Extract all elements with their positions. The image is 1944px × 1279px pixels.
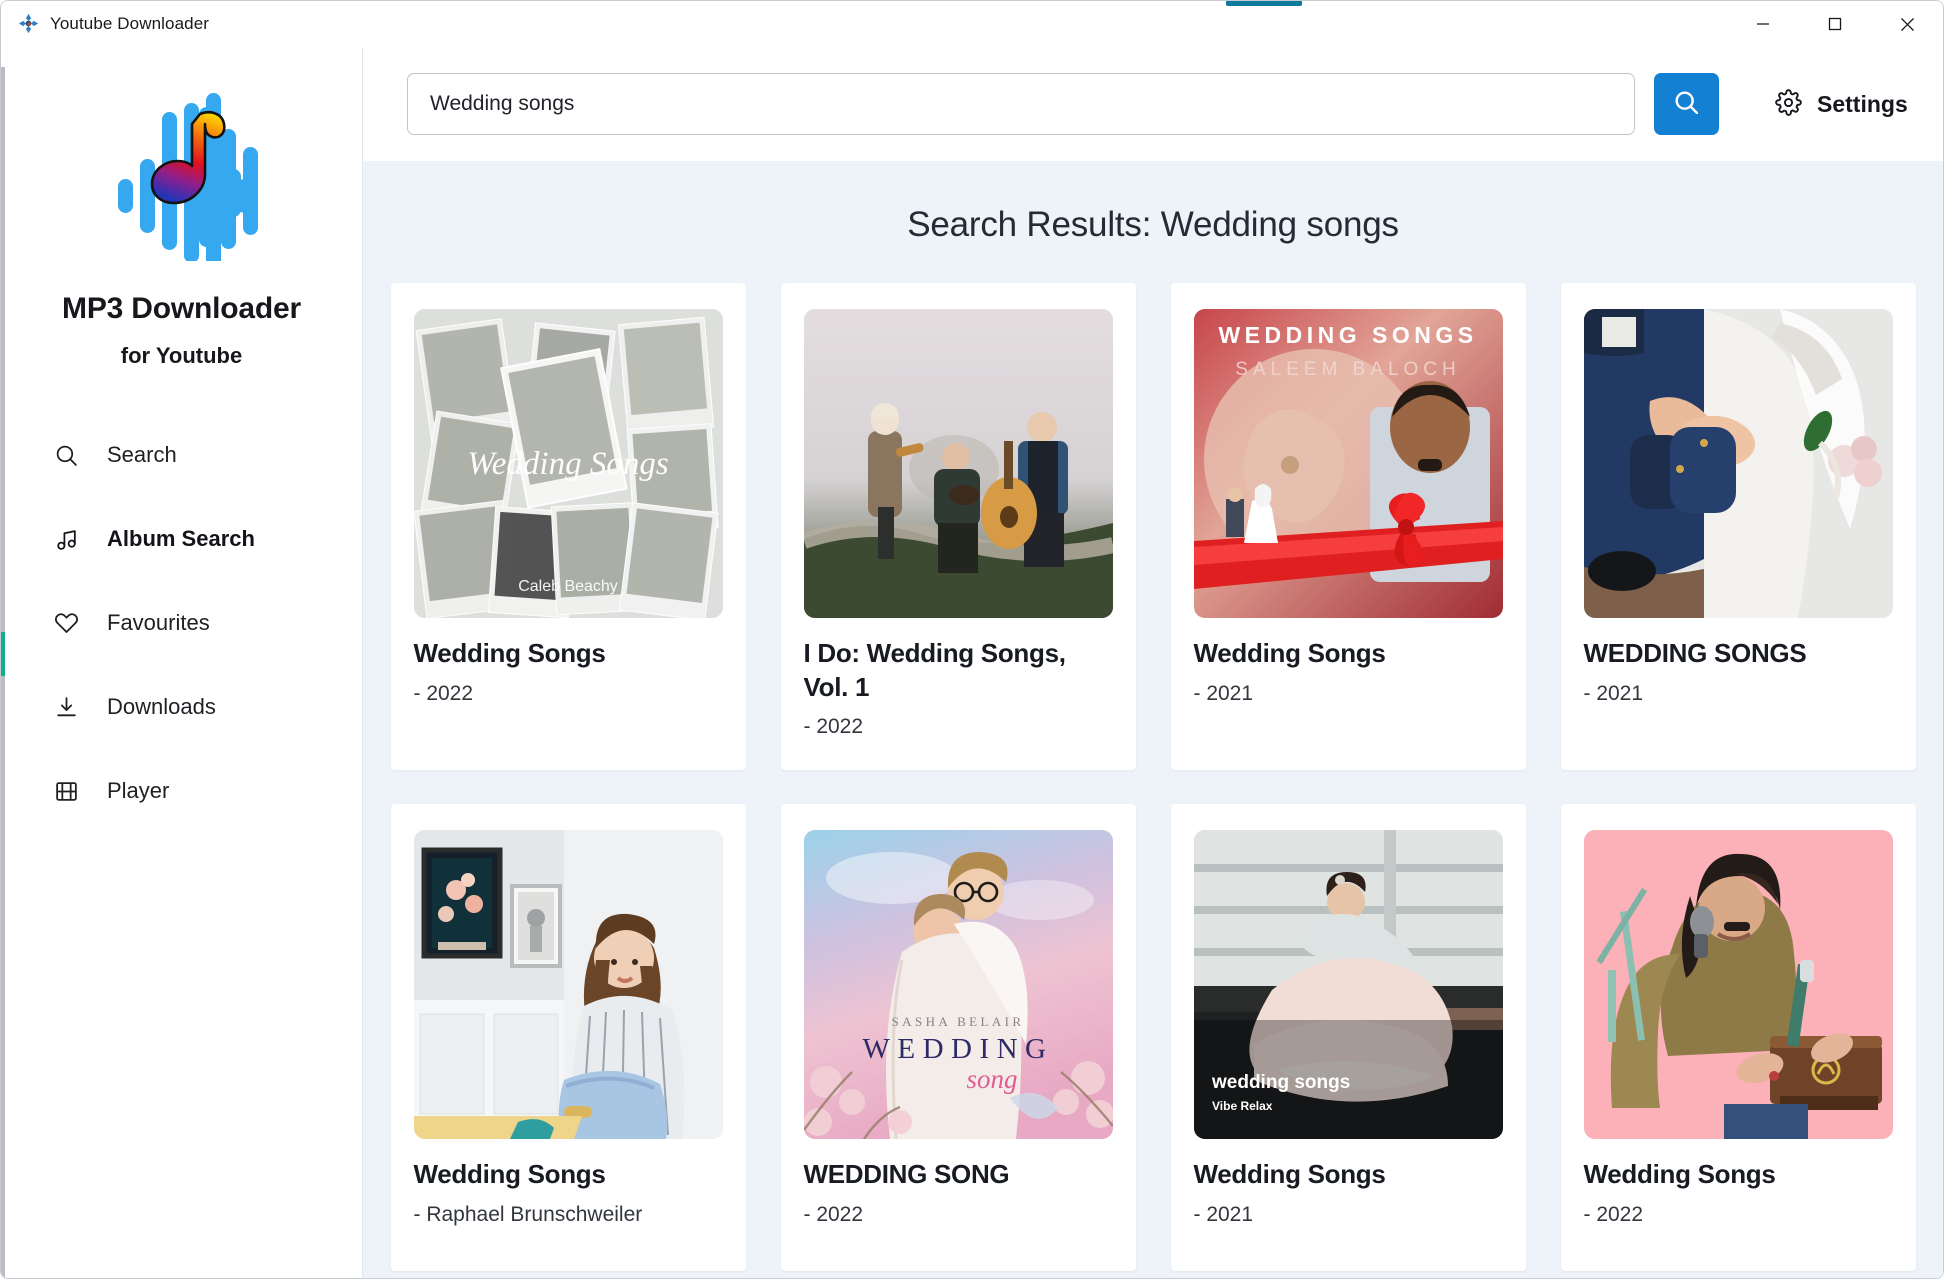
title-bar-left: Youtube Downloader — [1, 13, 209, 34]
album-year: - 2022 — [413, 681, 474, 705]
album-title: I Do: Wedding Songs, Vol. 1 — [803, 638, 1066, 702]
svg-text:WEDDING SONGS: WEDDING SONGS — [1218, 322, 1477, 348]
svg-text:wedding songs: wedding songs — [1211, 1072, 1350, 1093]
album-title: WEDDING SONGS — [1583, 638, 1807, 668]
sidebar-item-favourites[interactable]: Favourites — [1, 581, 362, 665]
album-artwork: wedding songs Vibe Relax — [1193, 830, 1503, 1139]
film-icon — [53, 778, 79, 804]
svg-text:song: song — [966, 1064, 1017, 1094]
sidebar-item-label: Downloads — [107, 694, 216, 719]
sidebar: MP3 Downloader for Youtube Search Album … — [1, 47, 363, 1278]
album-artwork — [1583, 830, 1893, 1139]
album-card[interactable]: WEDDING SONGS SALEEM BALOCH Wedding Song… — [1170, 283, 1526, 770]
titlebar-accent-bar — [1226, 1, 1302, 6]
sidebar-item-downloads[interactable]: Downloads — [1, 665, 362, 749]
brand-logo — [1, 79, 362, 273]
download-icon — [53, 694, 79, 720]
sidebar-nav: Search Album Search Favourites Downloads… — [1, 413, 362, 833]
page-title: Search Results: Wedding songs — [907, 205, 1399, 244]
album-title: Wedding Songs — [413, 638, 606, 668]
album-year: - 2021 — [1193, 681, 1254, 705]
search-icon — [1672, 88, 1701, 120]
settings-button[interactable]: Settings — [1775, 89, 1908, 119]
left-scrollbar-track[interactable] — [1, 67, 5, 1278]
sidebar-item-label: Album Search — [107, 526, 255, 551]
sidebar-item-player[interactable]: Player — [1, 749, 362, 833]
sidebar-item-search[interactable]: Search — [1, 413, 362, 497]
album-title: WEDDING SONG — [803, 1159, 1010, 1189]
app-body: MP3 Downloader for Youtube Search Album … — [1, 47, 1943, 1278]
album-card[interactable]: Wedding Songs - Raphael Brunschweiler — [390, 804, 746, 1271]
settings-label: Settings — [1817, 90, 1908, 117]
album-card[interactable]: wedding songs Vibe Relax Wedding Songs -… — [1170, 804, 1526, 1271]
svg-text:SASHA BELAIR: SASHA BELAIR — [891, 1014, 1024, 1029]
album-card[interactable]: SASHA BELAIR WEDDING song WEDDING SONG -… — [780, 804, 1136, 1271]
brand-subtitle: for Youtube — [120, 343, 243, 368]
album-card[interactable]: Wedding Songs Caleb Beachy Wedding Songs… — [390, 283, 746, 770]
album-title: Wedding Songs — [413, 1159, 606, 1189]
album-artwork: WEDDING SONGS SALEEM BALOCH — [1193, 309, 1503, 618]
album-card[interactable]: Wedding Songs - 2022 — [1560, 804, 1916, 1271]
album-artwork — [413, 830, 723, 1139]
album-artwork: SASHA BELAIR WEDDING song — [803, 830, 1113, 1139]
heart-icon — [53, 610, 79, 636]
album-year: - 2022 — [803, 1202, 864, 1226]
album-card[interactable]: I Do: Wedding Songs, Vol. 1 - 2022 — [780, 283, 1136, 770]
album-card[interactable]: WEDDING SONGS - 2021 — [1560, 283, 1916, 770]
svg-text:SALEEM BALOCH: SALEEM BALOCH — [1235, 359, 1461, 380]
album-year: - Raphael Brunschweiler — [413, 1202, 643, 1226]
sidebar-item-label: Search — [107, 442, 177, 467]
search-icon — [53, 442, 79, 468]
sidebar-item-label: Player — [107, 778, 170, 803]
maximize-button[interactable] — [1799, 1, 1871, 47]
minimize-button[interactable] — [1727, 1, 1799, 47]
brand-title: MP3 Downloader — [62, 292, 301, 325]
svg-text:Caleb Beachy: Caleb Beachy — [518, 578, 618, 595]
results-area: Search Results: Wedding songs Wedding So… — [363, 161, 1943, 1278]
app-logo-icon — [18, 13, 39, 34]
album-year: - 2022 — [1583, 1202, 1644, 1226]
search-input[interactable] — [407, 73, 1635, 135]
sidebar-item-album-search[interactable]: Album Search — [1, 497, 362, 581]
album-title: Wedding Songs — [1193, 638, 1386, 668]
app-window: Youtube Downloader MP3 Downloader for Yo… — [0, 0, 1944, 1279]
sidebar-item-label: Favourites — [107, 610, 210, 635]
search-button[interactable] — [1654, 73, 1719, 135]
album-title: Wedding Songs — [1193, 1159, 1386, 1189]
album-year: - 2022 — [803, 715, 864, 739]
album-artwork: Wedding Songs Caleb Beachy — [413, 309, 723, 618]
title-bar: Youtube Downloader — [1, 1, 1943, 47]
window-title: Youtube Downloader — [50, 13, 210, 33]
top-bar: Settings — [363, 47, 1943, 161]
album-year: - 2021 — [1193, 1202, 1254, 1226]
results-grid: Wedding Songs Caleb Beachy Wedding Songs… — [387, 283, 1919, 1271]
gear-icon — [1775, 89, 1802, 119]
album-artwork — [1583, 309, 1893, 618]
window-controls — [1727, 1, 1943, 46]
left-scrollbar-thumb[interactable] — [1, 632, 5, 676]
album-artwork — [803, 309, 1113, 618]
close-button[interactable] — [1871, 1, 1943, 47]
music-note-icon — [53, 526, 79, 552]
svg-text:Wedding Songs: Wedding Songs — [467, 446, 668, 482]
album-year: - 2021 — [1583, 681, 1644, 705]
waveform-music-note-logo-icon — [82, 79, 282, 273]
main-panel: Settings Search Results: Wedding songs — [363, 47, 1943, 1278]
svg-text:WEDDING: WEDDING — [862, 1033, 1053, 1065]
svg-text:Vibe Relax: Vibe Relax — [1212, 1099, 1273, 1113]
album-title: Wedding Songs — [1583, 1159, 1776, 1189]
